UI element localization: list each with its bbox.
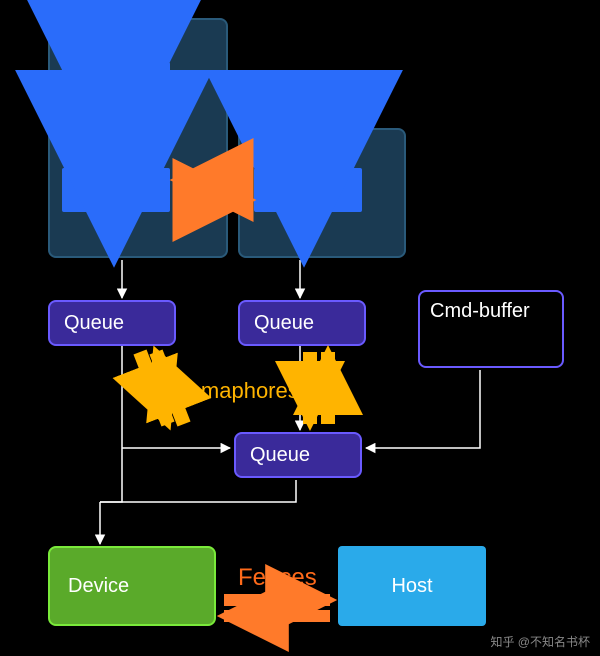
- queue-3: Queue: [234, 432, 362, 478]
- event-1-label: event: [89, 177, 143, 203]
- watermark: 知乎 @不知名书杯: [490, 633, 590, 650]
- barrier-label: barrier: [84, 71, 148, 97]
- queue-1: Queue: [48, 300, 176, 346]
- cmd-buffer-1-title: Cmd-buffer: [62, 28, 167, 51]
- device-label: Device: [68, 575, 129, 598]
- event-badge-2: event: [254, 168, 362, 212]
- host-label: Host: [391, 575, 432, 598]
- semaphores-label: Semaphores: [174, 378, 299, 404]
- arrow-sema-1-down: [140, 352, 168, 424]
- event-badge-1: event: [62, 168, 170, 212]
- barrier-badge: barrier: [62, 62, 170, 106]
- cmd-buffer-1: Cmd-buffer: [48, 18, 228, 258]
- host-box: Host: [338, 546, 486, 626]
- queue-2: Queue: [238, 300, 366, 346]
- cmd-buffer-3-title: Cmd-buffer: [430, 300, 530, 323]
- queue-3-label: Queue: [250, 444, 310, 467]
- queue-1-label: Queue: [64, 312, 124, 335]
- cmd-buffer-2-title: Cmd-buffer: [252, 138, 357, 161]
- device-box: Device: [48, 546, 216, 626]
- queue-2-label: Queue: [254, 312, 314, 335]
- fences-label: Fences: [238, 564, 317, 592]
- event-2-label: event: [281, 177, 335, 203]
- cmd-buffer-3: Cmd-buffer: [418, 290, 564, 368]
